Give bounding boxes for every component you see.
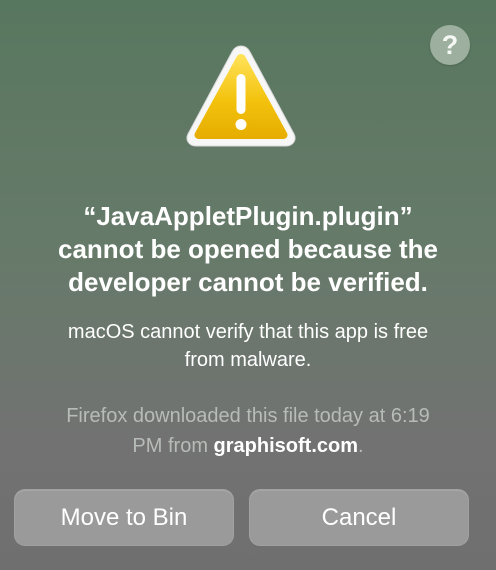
dialog-title: “JavaAppletPlugin.plugin” cannot be open… [20,200,476,299]
dialog-message: macOS cannot verify that this app is fre… [20,318,476,374]
dialog-message-line: macOS cannot verify that this app is fre… [67,321,429,343]
dialog-message-line: from malware. [184,349,312,371]
dialog-title-line: developer cannot be verified. [68,267,428,297]
download-domain: graphisoft.com [213,435,358,457]
dialog-title-line: cannot be opened because the [58,234,438,264]
download-source-prefix: PM from [132,435,214,457]
cancel-button[interactable]: Cancel [249,489,469,546]
warning-triangle-icon [186,45,296,147]
help-button[interactable]: ? [430,25,470,65]
security-warning-dialog: ? “JavaAppletPlugin.plugin” cannot be op… [0,0,496,570]
download-source-info: Firefox downloaded this file today at 6:… [16,401,480,461]
help-icon: ? [441,30,459,60]
download-source-line: PM from graphisoft.com. [16,431,480,461]
dialog-title-line: “JavaAppletPlugin.plugin” [83,201,413,231]
download-source-suffix: . [358,435,364,457]
download-source-line: Firefox downloaded this file today at 6:… [66,405,430,427]
move-to-bin-button[interactable]: Move to Bin [14,489,234,546]
